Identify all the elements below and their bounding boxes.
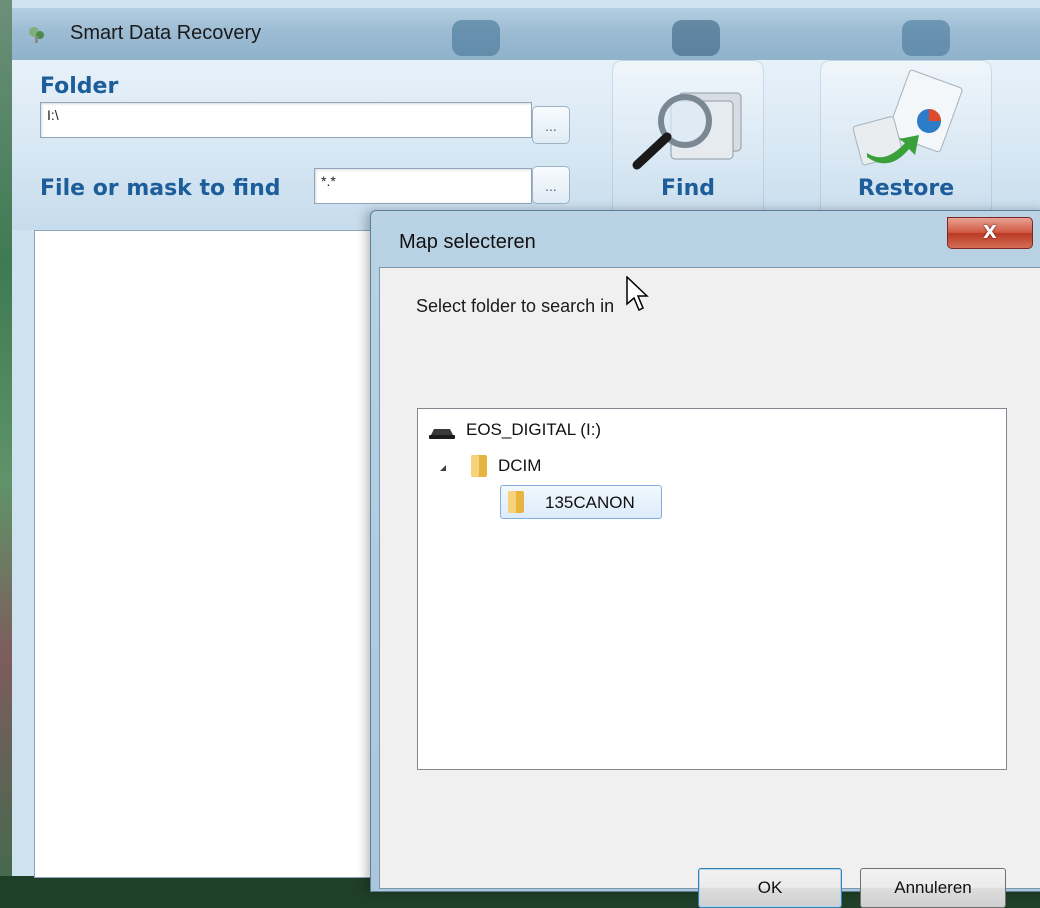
desktop-background xyxy=(0,0,12,876)
select-folder-dialog: Map selecteren X Select folder to search… xyxy=(370,210,1040,908)
title-decoration xyxy=(672,20,720,56)
folder-icon xyxy=(471,455,487,477)
results-pane[interactable] xyxy=(34,230,396,878)
folder-input[interactable]: I:\ xyxy=(40,102,532,138)
tree-item-label: DCIM xyxy=(498,456,542,475)
tree-item-dcim[interactable]: DCIM xyxy=(428,449,628,483)
dialog-body: Select folder to search in EOS_DIGITAL (… xyxy=(379,267,1040,908)
find-label: Find xyxy=(661,176,715,201)
restore-icon xyxy=(852,69,963,166)
ok-button[interactable]: OK xyxy=(698,868,842,908)
close-button[interactable]: X xyxy=(947,217,1033,249)
tree-item-135canon[interactable]: 135CANON xyxy=(500,485,662,519)
mask-browse-button[interactable]: ... xyxy=(532,166,570,204)
tree-item-label: EOS_DIGITAL (I:) xyxy=(466,420,602,439)
title-decoration xyxy=(452,20,500,56)
folder-tree[interactable]: EOS_DIGITAL (I:) DCIM 135CANON xyxy=(417,408,1007,770)
mouse-pointer-icon xyxy=(626,276,649,312)
title-decoration xyxy=(902,20,950,56)
title-bar[interactable]: Smart Data Recovery xyxy=(12,8,1040,61)
folder-label: Folder xyxy=(40,74,119,99)
folder-browse-button[interactable]: ... xyxy=(532,106,570,144)
window-title: Smart Data Recovery xyxy=(70,22,262,44)
tree-item-label: 135CANON xyxy=(545,493,635,512)
restore-button[interactable]: Restore xyxy=(820,60,992,222)
tree-item-drive[interactable]: EOS_DIGITAL (I:) xyxy=(428,413,688,447)
restore-label: Restore xyxy=(857,176,955,201)
expand-arrow-icon[interactable] xyxy=(440,465,446,471)
mask-label: File or mask to find xyxy=(40,176,281,201)
find-button[interactable]: Find xyxy=(612,60,764,222)
mask-input[interactable]: *.* xyxy=(314,168,532,204)
drive-icon xyxy=(429,429,455,439)
cancel-button[interactable]: Annuleren xyxy=(860,868,1006,908)
app-icon xyxy=(29,27,44,43)
dialog-prompt: Select folder to search in xyxy=(416,296,615,316)
magnifier-icon xyxy=(632,92,742,170)
dialog-title: Map selecteren xyxy=(399,231,536,253)
folder-icon xyxy=(508,491,524,513)
